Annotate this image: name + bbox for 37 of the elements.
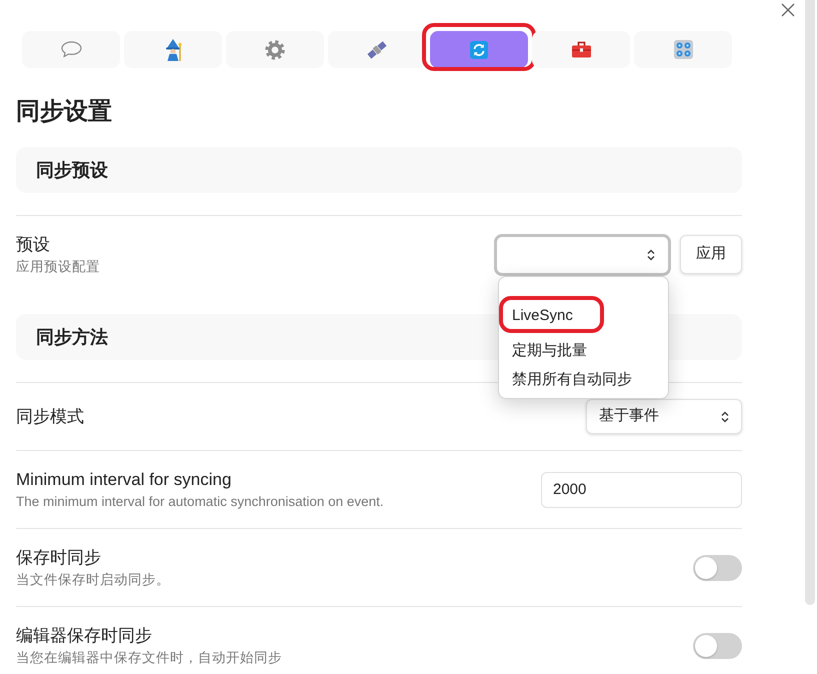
page-title: 同步设置 xyxy=(16,97,113,126)
dropdown[interactable]: 基于事件 xyxy=(586,399,742,434)
setting-name: 同步模式 xyxy=(16,406,84,428)
chevron-updown-icon xyxy=(721,410,729,422)
dropdown-option[interactable]: 禁用所有自动同步 xyxy=(499,364,668,394)
setting-name: Minimum interval for syncing xyxy=(16,469,232,491)
toggle-switch[interactable] xyxy=(693,554,742,580)
tab[interactable] xyxy=(328,31,426,68)
satellite-icon xyxy=(367,40,387,60)
tab[interactable] xyxy=(532,31,630,68)
chevron-updown-icon xyxy=(647,248,655,260)
control-knobs-icon xyxy=(674,40,692,59)
close-icon xyxy=(781,3,795,17)
close-button[interactable] xyxy=(781,3,795,17)
setting-description: 应用预设配置 xyxy=(16,258,100,276)
toggle-switch[interactable] xyxy=(693,632,742,658)
dropdown[interactable] xyxy=(494,234,671,276)
input-field[interactable]: 2000 xyxy=(541,472,742,508)
tab[interactable] xyxy=(124,31,222,68)
speech-bubble-icon xyxy=(60,41,82,58)
tab[interactable] xyxy=(226,31,324,68)
apply-button[interactable]: 应用 xyxy=(680,235,742,274)
setting-name: 保存时同步 xyxy=(16,547,102,569)
setting-description: The minimum interval for automatic synchronisation on event. xyxy=(16,493,384,511)
setting-description: 当您在编辑器中保存文件时，自动开始同步 xyxy=(16,649,282,667)
setting-description: 当文件保存时启动同步。 xyxy=(16,571,170,589)
tab[interactable] xyxy=(634,31,732,68)
dropdown-option[interactable]: LiveSync xyxy=(499,296,604,332)
sync-icon xyxy=(470,40,488,58)
setting-name: 编辑器保存时同步 xyxy=(16,625,153,647)
wizard-icon xyxy=(164,38,182,60)
gear-icon xyxy=(265,40,285,60)
toolbox-icon xyxy=(570,41,592,58)
scrollbar-thumb[interactable] xyxy=(805,0,815,605)
section-heading: 同步预设 xyxy=(16,147,742,193)
tab[interactable] xyxy=(430,31,528,68)
setting-name: 预设 xyxy=(16,234,51,256)
